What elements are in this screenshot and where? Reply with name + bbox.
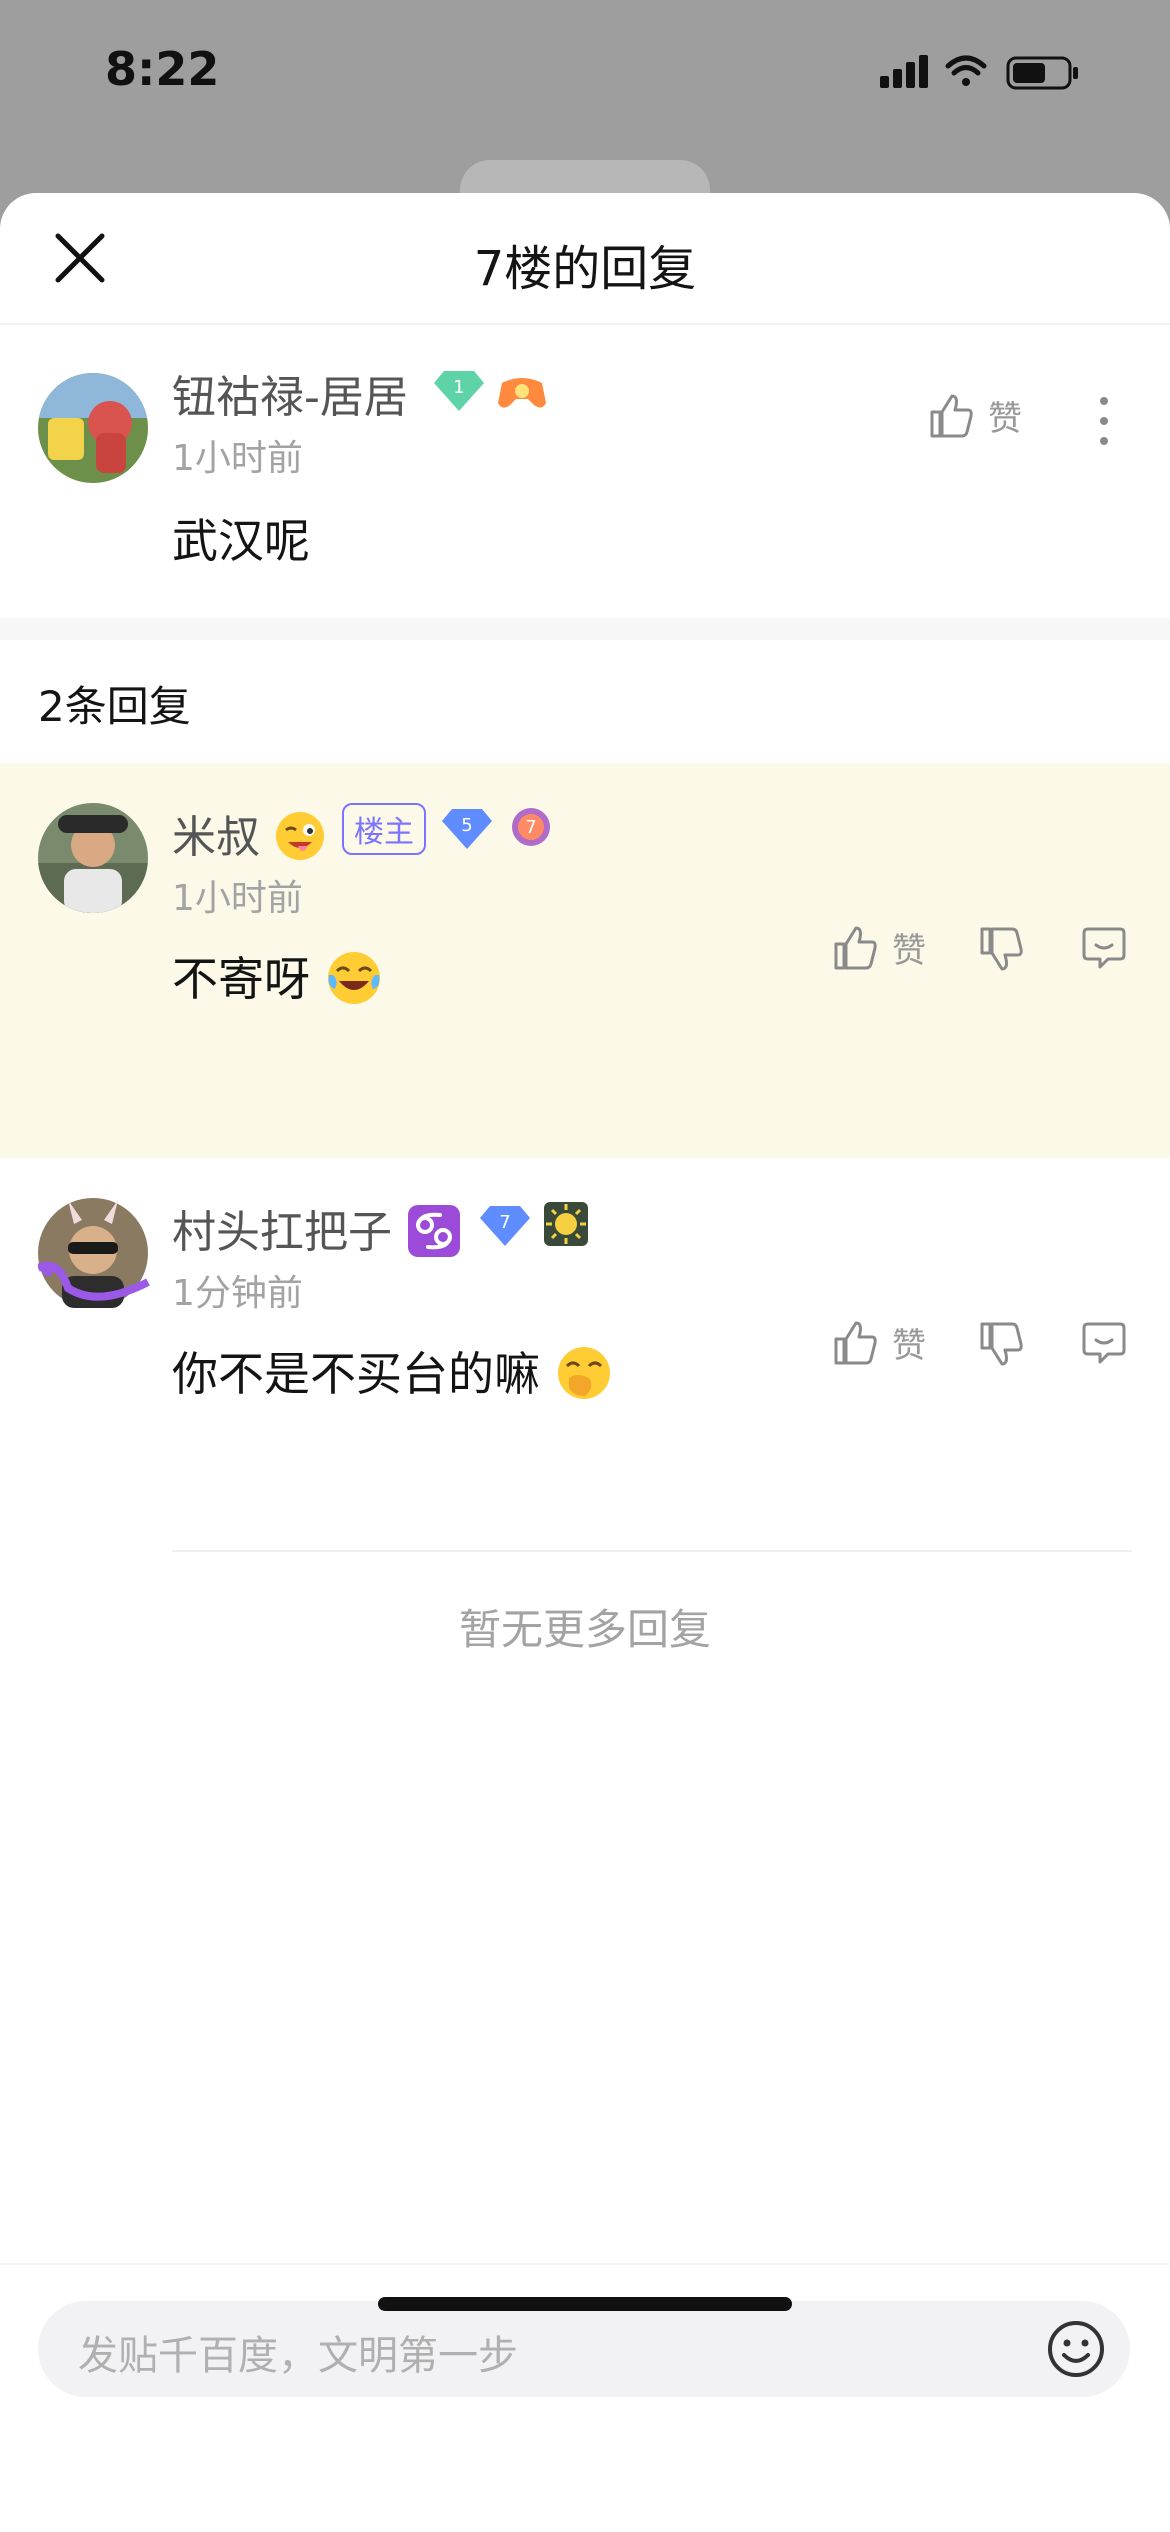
reply-item: 米叔 楼主 5 7 1小时前 不寄呀 赞 xyxy=(0,763,1170,1158)
username[interactable]: 米叔 xyxy=(172,801,326,865)
level-gem-icon: 1 xyxy=(434,371,484,411)
thumbs-up-icon xyxy=(834,926,877,969)
winking-face-icon xyxy=(276,812,324,860)
emoji-icon[interactable] xyxy=(1046,2319,1106,2379)
reply-content: 不寄呀 xyxy=(172,943,383,1009)
status-time: 8:22 xyxy=(105,42,220,96)
reply-text: 你不是不买台的嘛 xyxy=(172,1347,540,1401)
avatar[interactable] xyxy=(38,803,148,913)
home-indicator[interactable] xyxy=(378,2297,792,2311)
section-divider xyxy=(0,618,1170,640)
thumbs-up-icon xyxy=(834,1321,877,1364)
thumbs-up-icon xyxy=(930,394,973,437)
like-label: 赞 xyxy=(988,399,1022,439)
time-ago: 1小时前 xyxy=(172,438,303,479)
time-ago: 1分钟前 xyxy=(172,1273,303,1314)
username-text: 村头扛把子 xyxy=(172,1207,392,1258)
wifi-icon xyxy=(945,55,987,86)
user-badges: 1 xyxy=(432,363,552,419)
reply-item: 村头扛把子 7 1分钟前 你不是不买台的嘛 赞 xyxy=(0,1158,1170,1553)
comment-content: 武汉呢 xyxy=(172,514,310,568)
medal-badge-icon: 7 xyxy=(512,808,550,846)
sheet-header: 7楼的回复 xyxy=(0,193,1170,325)
status-icons xyxy=(880,55,1078,90)
avatar[interactable] xyxy=(36,1198,150,1308)
username[interactable]: 村头扛把子 xyxy=(172,1196,462,1260)
status-bar: 8:22 xyxy=(0,0,1170,150)
svg-text:1: 1 xyxy=(453,377,464,398)
time-ago: 1小时前 xyxy=(172,878,303,919)
user-badges: 5 7 xyxy=(440,801,560,857)
like-button[interactable]: 赞 xyxy=(832,923,926,972)
reply-count: 2条回复 xyxy=(38,682,191,731)
reply-text: 不寄呀 xyxy=(172,952,310,1006)
reply-separator xyxy=(172,1550,1132,1552)
svg-text:7: 7 xyxy=(525,817,536,838)
reply-bubble-icon[interactable] xyxy=(1080,1320,1128,1368)
cancer-zodiac-icon xyxy=(408,1205,460,1257)
controller-badge-icon xyxy=(498,378,546,408)
username[interactable]: 钮祜禄-居居 xyxy=(172,361,408,425)
level-gem-icon: 7 xyxy=(480,1206,530,1246)
svg-text:7: 7 xyxy=(499,1212,510,1233)
like-label: 赞 xyxy=(892,1326,926,1366)
laughing-tears-icon xyxy=(327,952,380,1004)
reply-input[interactable]: 发贴千百度，文明第一步 xyxy=(38,2301,1130,2397)
more-options-icon[interactable] xyxy=(1094,393,1114,449)
reply-sheet: 7楼的回复 钮祜禄-居居 1 1小时前 武汉呢 赞 2条回复 米叔 楼主 5 7… xyxy=(0,193,1170,2532)
sun-badge-icon xyxy=(544,1202,588,1246)
cellular-signal-icon xyxy=(880,55,928,88)
username-text: 米叔 xyxy=(172,812,260,863)
level-gem-icon: 5 xyxy=(442,809,492,849)
thumbs-down-icon[interactable] xyxy=(978,1320,1024,1368)
input-placeholder: 发贴千百度，文明第一步 xyxy=(78,2333,518,2379)
reply-content: 你不是不买台的嘛 xyxy=(172,1338,613,1404)
avatar[interactable] xyxy=(38,373,148,483)
user-badges: 7 xyxy=(478,1198,598,1254)
like-label: 赞 xyxy=(892,931,926,971)
owner-tag: 楼主 xyxy=(342,803,426,855)
no-more-replies: 暂无更多回复 xyxy=(458,1605,711,1654)
like-button[interactable]: 赞 xyxy=(832,1318,926,1367)
battery-icon xyxy=(1006,56,1078,90)
sheet-title: 7楼的回复 xyxy=(473,241,697,297)
svg-text:5: 5 xyxy=(461,815,472,836)
thumbs-down-icon[interactable] xyxy=(978,925,1024,973)
main-comment: 钮祜禄-居居 1 1小时前 武汉呢 赞 xyxy=(0,323,1170,618)
like-button[interactable]: 赞 xyxy=(928,391,1022,440)
reply-bubble-icon[interactable] xyxy=(1080,925,1128,973)
hand-over-mouth-icon xyxy=(557,1347,610,1399)
